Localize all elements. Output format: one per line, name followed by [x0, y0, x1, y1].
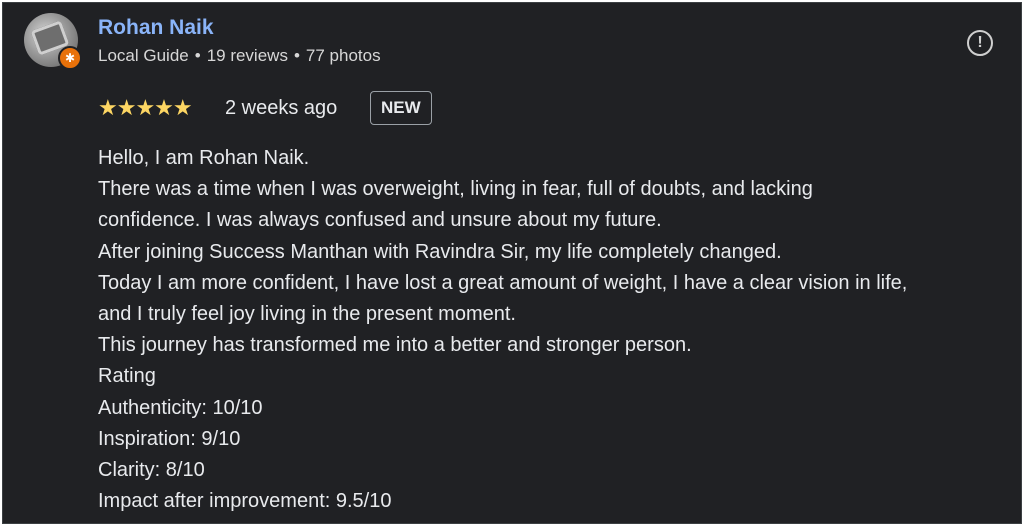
new-badge: NEW: [370, 91, 432, 125]
local-guide-star-icon: ✱: [58, 46, 82, 70]
rating-authenticity: Authenticity: 10/10: [98, 396, 263, 419]
meta-separator: •: [293, 46, 300, 65]
rating-impact: Impact after improvement: 9.5/10: [98, 490, 392, 513]
review-line: Hello, I am Rohan Naik.: [98, 147, 310, 169]
review-time: 2 weeks ago: [225, 97, 338, 119]
review-line: After joining Success Manthan with Ravin…: [98, 240, 782, 263]
reviewer-role: Local Guide: [98, 46, 189, 65]
review-line: and I truly feel joy living in the prese…: [98, 303, 516, 326]
reviewer-review-count: 19 reviews: [206, 46, 288, 65]
rating-heading: Rating: [98, 365, 156, 388]
rating-clarity: Clarity: 8/10: [98, 459, 205, 482]
review-card: ✱ Rohan Naik Local Guide • 19 reviews • 77 p…: [2, 2, 1022, 524]
star-rating: ★★★★★: [98, 95, 193, 120]
meta-separator: •: [194, 46, 201, 65]
reviewer-photo-count: 77 photos: [305, 46, 381, 65]
review-line: This journey has transformed me into a b…: [98, 334, 692, 357]
reviewer-meta: Local Guide • 19 reviews • 77 photos: [98, 46, 381, 66]
review-line: There was a time when I was overweight, …: [98, 178, 813, 201]
avatar[interactable]: ✱: [24, 13, 82, 70]
review-line: Today I am more confident, I have lost a…: [98, 271, 908, 294]
reviewer-name[interactable]: Rohan Naik: [98, 16, 214, 40]
report-icon-glyph: !: [977, 34, 983, 51]
review-line: confidence. I was always confused and un…: [98, 209, 662, 232]
review-text: Hello, I am Rohan Naik. There was a time…: [98, 143, 1018, 517]
report-review-icon[interactable]: !: [967, 30, 993, 56]
rating-inspiration: Inspiration: 9/10: [98, 427, 241, 450]
